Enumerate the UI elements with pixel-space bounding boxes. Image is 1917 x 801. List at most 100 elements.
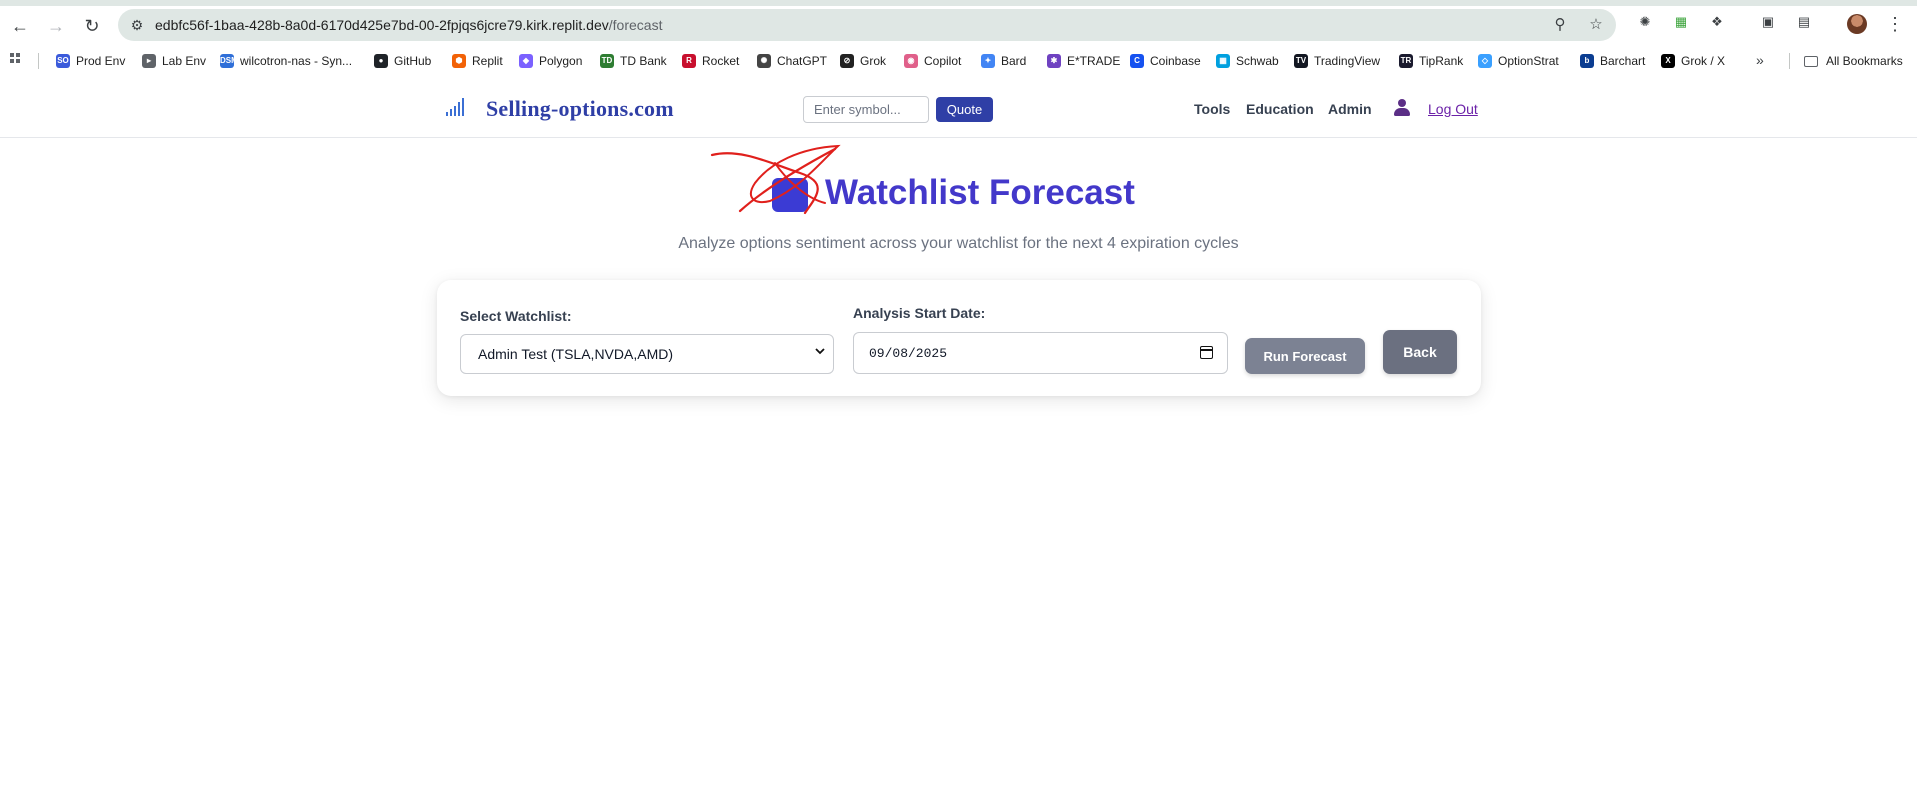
- site-info-icon[interactable]: ⚙: [128, 16, 146, 34]
- bookmark-label: Replit: [472, 54, 503, 68]
- bookmarks-separator: [1789, 53, 1790, 69]
- bookmark-item[interactable]: TD TD Bank: [600, 44, 667, 78]
- back-button[interactable]: Back: [1383, 330, 1457, 374]
- all-bookmarks-label: All Bookmarks: [1826, 54, 1903, 68]
- calendar-icon[interactable]: [1200, 346, 1213, 359]
- reload-icon[interactable]: ↻: [81, 15, 103, 37]
- bookmark-favicon-icon: ⬢: [452, 54, 466, 68]
- nav-tools[interactable]: Tools: [1194, 101, 1230, 117]
- zoom-icon[interactable]: ⚲: [1551, 16, 1569, 34]
- start-date-label: Analysis Start Date:: [853, 305, 986, 321]
- bar-chart-logo-icon[interactable]: [446, 98, 466, 116]
- page-title-area: Watchlist Forecast: [710, 143, 1160, 218]
- bookmark-item[interactable]: TV TradingView: [1294, 44, 1380, 78]
- bookmark-label: OptionStrat: [1498, 54, 1559, 68]
- bookmark-label: GitHub: [394, 54, 432, 68]
- more-bookmarks-chevron-icon[interactable]: »: [1756, 52, 1764, 68]
- bookmark-favicon-icon: C: [1130, 54, 1144, 68]
- bookmark-label: Bard: [1001, 54, 1027, 68]
- forecast-form-card: Select Watchlist: Admin Test (TSLA,NVDA,…: [437, 280, 1481, 396]
- url-text[interactable]: edbfc56f-1baa-428b-8a0d-6170d425e7bd-00-…: [155, 17, 662, 33]
- bookmark-favicon-icon: ▦: [1216, 54, 1230, 68]
- bookmark-favicon-icon: DSM: [220, 54, 238, 68]
- kebab-menu-icon[interactable]: ⋮: [1886, 14, 1904, 34]
- bookmark-item[interactable]: R Rocket: [682, 44, 739, 78]
- page-title: Watchlist Forecast: [825, 173, 1135, 212]
- bookmark-favicon-icon: ●: [374, 54, 388, 68]
- bookmark-item[interactable]: b Barchart: [1580, 44, 1645, 78]
- bookmark-item[interactable]: ▸ Lab Env: [142, 44, 206, 78]
- bookmark-favicon-icon: SO: [56, 54, 70, 68]
- forward-arrow-icon[interactable]: →: [45, 15, 67, 37]
- watchlist-selected-value: Admin Test (TSLA,NVDA,AMD): [478, 346, 674, 362]
- bookmark-item[interactable]: DSM wilcotron-nas - Syn...: [220, 44, 352, 78]
- bookmark-label: Lab Env: [162, 54, 207, 68]
- bookmark-item[interactable]: ⊘ Grok: [840, 44, 886, 78]
- bookmark-item[interactable]: ✱ E*TRADE: [1047, 44, 1120, 78]
- bookmark-favicon-icon: TD: [600, 54, 614, 68]
- all-bookmarks-button[interactable]: All Bookmarks: [1804, 44, 1903, 78]
- bookmark-item[interactable]: SO Prod Env: [56, 44, 125, 78]
- logout-link[interactable]: Log Out: [1428, 101, 1478, 117]
- address-bar[interactable]: ⚙ edbfc56f-1baa-428b-8a0d-6170d425e7bd-0…: [118, 9, 1616, 41]
- url-path: /forecast: [608, 17, 663, 33]
- green-extension-icon[interactable]: ▦: [1672, 13, 1690, 31]
- bookmark-item[interactable]: TR TipRank: [1399, 44, 1463, 78]
- page-subtitle: Analyze options sentiment across your wa…: [678, 235, 1239, 252]
- bookmark-item[interactable]: ✦ Bard: [981, 44, 1026, 78]
- bookmark-label: Barchart: [1600, 54, 1646, 68]
- bookmark-item[interactable]: X Grok / X: [1661, 44, 1725, 78]
- browser-toolbar: ← → ↻ ⚙ edbfc56f-1baa-428b-8a0d-6170d425…: [0, 6, 1917, 44]
- bookmark-favicon-icon: X: [1661, 54, 1675, 68]
- bookmark-label: Grok / X: [1681, 54, 1726, 68]
- bookmark-item[interactable]: ◉ Copilot: [904, 44, 961, 78]
- bookmark-item[interactable]: ⬢ Replit: [452, 44, 503, 78]
- folder-icon: [1804, 55, 1818, 67]
- bookmark-item[interactable]: ◇ OptionStrat: [1478, 44, 1559, 78]
- apps-grid-icon[interactable]: [10, 53, 26, 69]
- bookmark-favicon-icon: ⊘: [840, 54, 854, 68]
- bookmark-favicon-icon: TV: [1294, 54, 1308, 68]
- bookmark-item[interactable]: ◆ Polygon: [519, 44, 582, 78]
- tab-search-icon[interactable]: ▣: [1759, 13, 1777, 31]
- bookmark-label: Coinbase: [1150, 54, 1201, 68]
- chevron-down-icon: [815, 348, 825, 355]
- bookmark-item[interactable]: ✺ ChatGPT: [757, 44, 827, 78]
- start-date-value: 09/08/2025: [869, 346, 948, 361]
- bookmark-item[interactable]: ● GitHub: [374, 44, 431, 78]
- puzzle-extensions-icon[interactable]: ❖: [1708, 13, 1726, 31]
- run-forecast-button[interactable]: Run Forecast: [1245, 338, 1365, 374]
- nav-education[interactable]: Education: [1246, 101, 1314, 117]
- bookmark-label: Prod Env: [76, 54, 126, 68]
- bookmark-favicon-icon: ✺: [757, 54, 771, 68]
- symbol-search-input[interactable]: [803, 96, 929, 123]
- bookmark-label: E*TRADE: [1067, 54, 1121, 68]
- back-arrow-icon[interactable]: ←: [9, 15, 31, 37]
- nav-admin[interactable]: Admin: [1328, 101, 1372, 117]
- url-host: edbfc56f-1baa-428b-8a0d-6170d425e7bd-00-…: [155, 17, 609, 33]
- bookmark-label: ChatGPT: [777, 54, 828, 68]
- bookmark-label: Polygon: [539, 54, 583, 68]
- reading-list-icon[interactable]: ▤: [1795, 13, 1813, 31]
- openai-extension-icon[interactable]: ✺: [1636, 13, 1654, 31]
- brand-name[interactable]: Selling-options.com: [486, 96, 674, 122]
- bookmark-item[interactable]: ▦ Schwab: [1216, 44, 1279, 78]
- bookmark-favicon-icon: ◆: [519, 54, 533, 68]
- bookmark-item[interactable]: C Coinbase: [1130, 44, 1201, 78]
- quote-button[interactable]: Quote: [936, 97, 993, 122]
- site-header: Selling-options.com Quote Tools Educatio…: [0, 78, 1917, 138]
- watchlist-select[interactable]: Admin Test (TSLA,NVDA,AMD): [460, 334, 834, 374]
- bookmark-star-icon[interactable]: ☆: [1587, 16, 1605, 34]
- bookmark-favicon-icon: TR: [1399, 54, 1413, 68]
- bookmark-label: Copilot: [924, 54, 962, 68]
- bookmark-label: Rocket: [702, 54, 740, 68]
- bookmark-label: Grok: [860, 54, 887, 68]
- bookmark-label: TipRank: [1419, 54, 1464, 68]
- bookmark-favicon-icon: ✦: [981, 54, 995, 68]
- user-icon[interactable]: [1393, 99, 1411, 117]
- bookmarks-separator: [38, 53, 39, 69]
- profile-avatar[interactable]: [1847, 14, 1867, 34]
- bookmark-favicon-icon: b: [1580, 54, 1594, 68]
- start-date-input[interactable]: 09/08/2025: [853, 332, 1228, 374]
- bookmark-favicon-icon: ✱: [1047, 54, 1061, 68]
